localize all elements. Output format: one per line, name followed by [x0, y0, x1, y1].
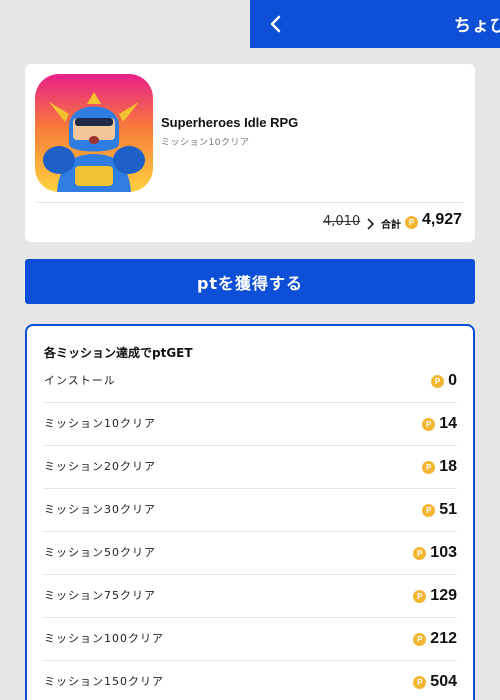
- mission-label: インストール: [44, 374, 116, 387]
- mission-points: 14: [439, 415, 457, 432]
- list-item: ミッション150クリア P 504: [43, 661, 457, 700]
- missions-panel: 各ミッション達成でptGET インストール P0 ミッション10クリア P 14 …: [25, 324, 475, 700]
- list-item: ミッション20クリア P 18: [43, 446, 457, 489]
- get-points-button[interactable]: ptを獲得する: [25, 259, 475, 304]
- list-item: ミッション30クリア P 51: [43, 489, 457, 532]
- missions-title: 各ミッション達成でptGET: [44, 346, 193, 360]
- mission-points: 103: [430, 544, 457, 561]
- mission-list: インストール P0 ミッション10クリア P 14 ミッション20クリア P 18 …: [43, 366, 457, 700]
- total-label: 合計: [381, 220, 401, 231]
- coin-icon: P: [422, 460, 436, 474]
- coin-icon: P: [422, 503, 436, 517]
- list-item: ミッション100クリア P 212: [43, 618, 457, 661]
- mission-label: ミッション150クリア: [44, 675, 164, 688]
- list-item: インストール P0: [43, 366, 457, 403]
- mission-points: 18: [439, 458, 457, 475]
- top-bar: ちょびリッチ: [250, 0, 500, 48]
- coin-icon: P: [431, 374, 445, 388]
- mission-points: 0: [448, 372, 457, 389]
- page-title: ちょびリッチ: [454, 16, 500, 36]
- mission-points: 504: [430, 673, 457, 690]
- coin-icon: P: [413, 546, 427, 560]
- app-icon: [35, 74, 153, 192]
- mission-points: 51: [439, 501, 457, 518]
- old-points: 4,010: [323, 214, 361, 229]
- list-item: ミッション75クリア P 129: [43, 575, 457, 618]
- mission-label: ミッション75クリア: [44, 589, 156, 602]
- mission-label: ミッション20クリア: [44, 460, 156, 473]
- mission-points: 129: [430, 587, 457, 604]
- coin-icon: P: [405, 216, 418, 229]
- mission-label: ミッション10クリア: [44, 417, 156, 430]
- coin-icon: P: [413, 675, 427, 689]
- mission-points: 212: [430, 630, 457, 647]
- coin-icon: P: [413, 589, 427, 603]
- app-subtitle: ミッション10クリア: [161, 138, 250, 148]
- mission-label: ミッション100クリア: [44, 632, 164, 645]
- chevron-left-icon[interactable]: [266, 14, 286, 34]
- mission-label: ミッション30クリア: [44, 503, 156, 516]
- app-card: Superheroes Idle RPG ミッション10クリア 4,010 合計…: [25, 64, 475, 242]
- coin-icon: P: [413, 632, 427, 646]
- list-item: ミッション10クリア P 14: [43, 403, 457, 446]
- coin-icon: P: [422, 417, 436, 431]
- chevron-right-icon: [367, 218, 375, 230]
- divider: [37, 202, 463, 203]
- mission-label: ミッション50クリア: [44, 546, 156, 559]
- list-item: ミッション50クリア P 103: [43, 532, 457, 575]
- app-name: Superheroes Idle RPG: [161, 115, 299, 130]
- total-points: 4,927: [422, 211, 463, 228]
